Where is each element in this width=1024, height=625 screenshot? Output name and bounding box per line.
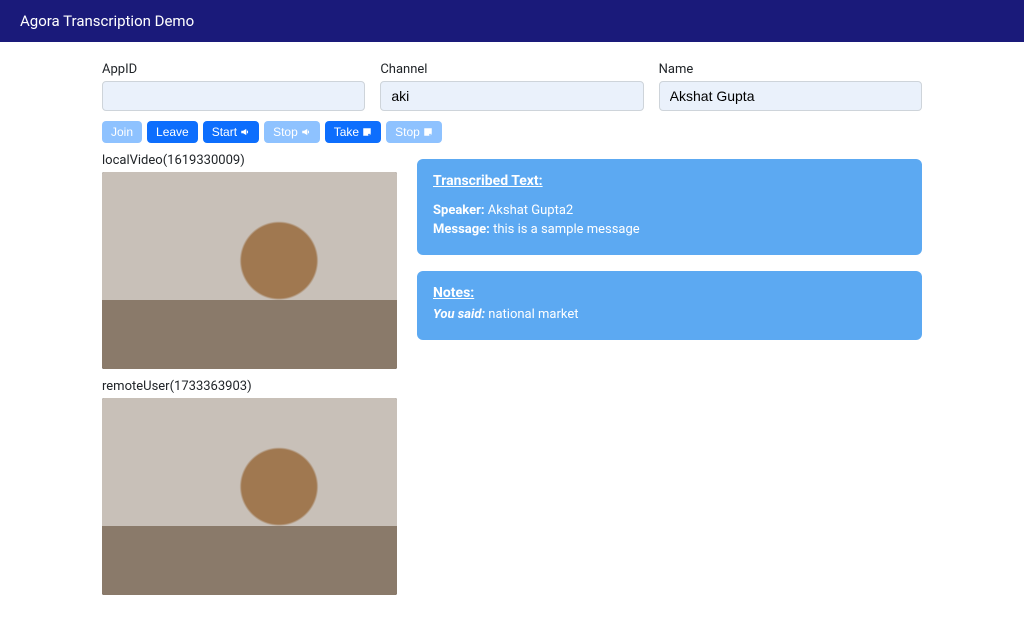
leave-button[interactable]: Leave — [147, 121, 198, 143]
message-value: this is a sample message — [493, 222, 640, 237]
transcription-speaker-line: Speaker: Akshat Gupta2 — [433, 203, 906, 218]
navbar: Agora Transcription Demo — [0, 0, 1024, 42]
take-button[interactable]: Take — [325, 121, 381, 143]
video-placeholder — [102, 398, 397, 595]
channel-input[interactable] — [380, 81, 643, 111]
video-column: localVideo(1619330009) remoteUser(173336… — [102, 153, 397, 605]
app-title: Agora Transcription Demo — [20, 12, 194, 30]
notes-text: national market — [488, 307, 578, 322]
speaker-value: Akshat Gupta2 — [488, 203, 573, 218]
appid-label: AppID — [102, 62, 365, 77]
transcription-card: Transcribed Text: Speaker: Akshat Gupta2… — [417, 159, 922, 255]
name-input[interactable] — [659, 81, 922, 111]
speaker-label: Speaker: — [433, 203, 485, 218]
message-label: Message: — [433, 222, 490, 237]
notes-card: Notes: You said: national market — [417, 271, 922, 340]
megaphone-icon — [301, 127, 311, 137]
main-row: localVideo(1619330009) remoteUser(173336… — [102, 153, 922, 605]
name-group: Name — [659, 62, 922, 111]
transcription-title: Transcribed Text: — [433, 173, 906, 189]
video-placeholder — [102, 172, 397, 369]
button-row: Join Leave Start Stop Take Stop — [102, 121, 922, 143]
form-row: AppID Channel Name — [102, 62, 922, 111]
local-video-label: localVideo(1619330009) — [102, 153, 397, 168]
stop-button[interactable]: Stop — [264, 121, 320, 143]
main-container: AppID Channel Name Join Leave Start Stop… — [102, 42, 922, 625]
appid-group: AppID — [102, 62, 365, 111]
local-video — [102, 172, 397, 369]
megaphone-icon — [240, 127, 250, 137]
channel-group: Channel — [380, 62, 643, 111]
stop2-button[interactable]: Stop — [386, 121, 442, 143]
remote-video — [102, 398, 397, 595]
note-icon — [423, 127, 433, 137]
remote-video-label: remoteUser(1733363903) — [102, 379, 397, 394]
channel-label: Channel — [380, 62, 643, 77]
note-icon — [362, 127, 372, 137]
join-button[interactable]: Join — [102, 121, 142, 143]
notes-line: You said: national market — [433, 307, 906, 322]
text-column: Transcribed Text: Speaker: Akshat Gupta2… — [417, 153, 922, 356]
transcription-message-line: Message: this is a sample message — [433, 222, 906, 237]
notes-prefix: You said: — [433, 307, 485, 322]
notes-title: Notes: — [433, 285, 906, 301]
name-label: Name — [659, 62, 922, 77]
start-button[interactable]: Start — [203, 121, 259, 143]
appid-input[interactable] — [102, 81, 365, 111]
